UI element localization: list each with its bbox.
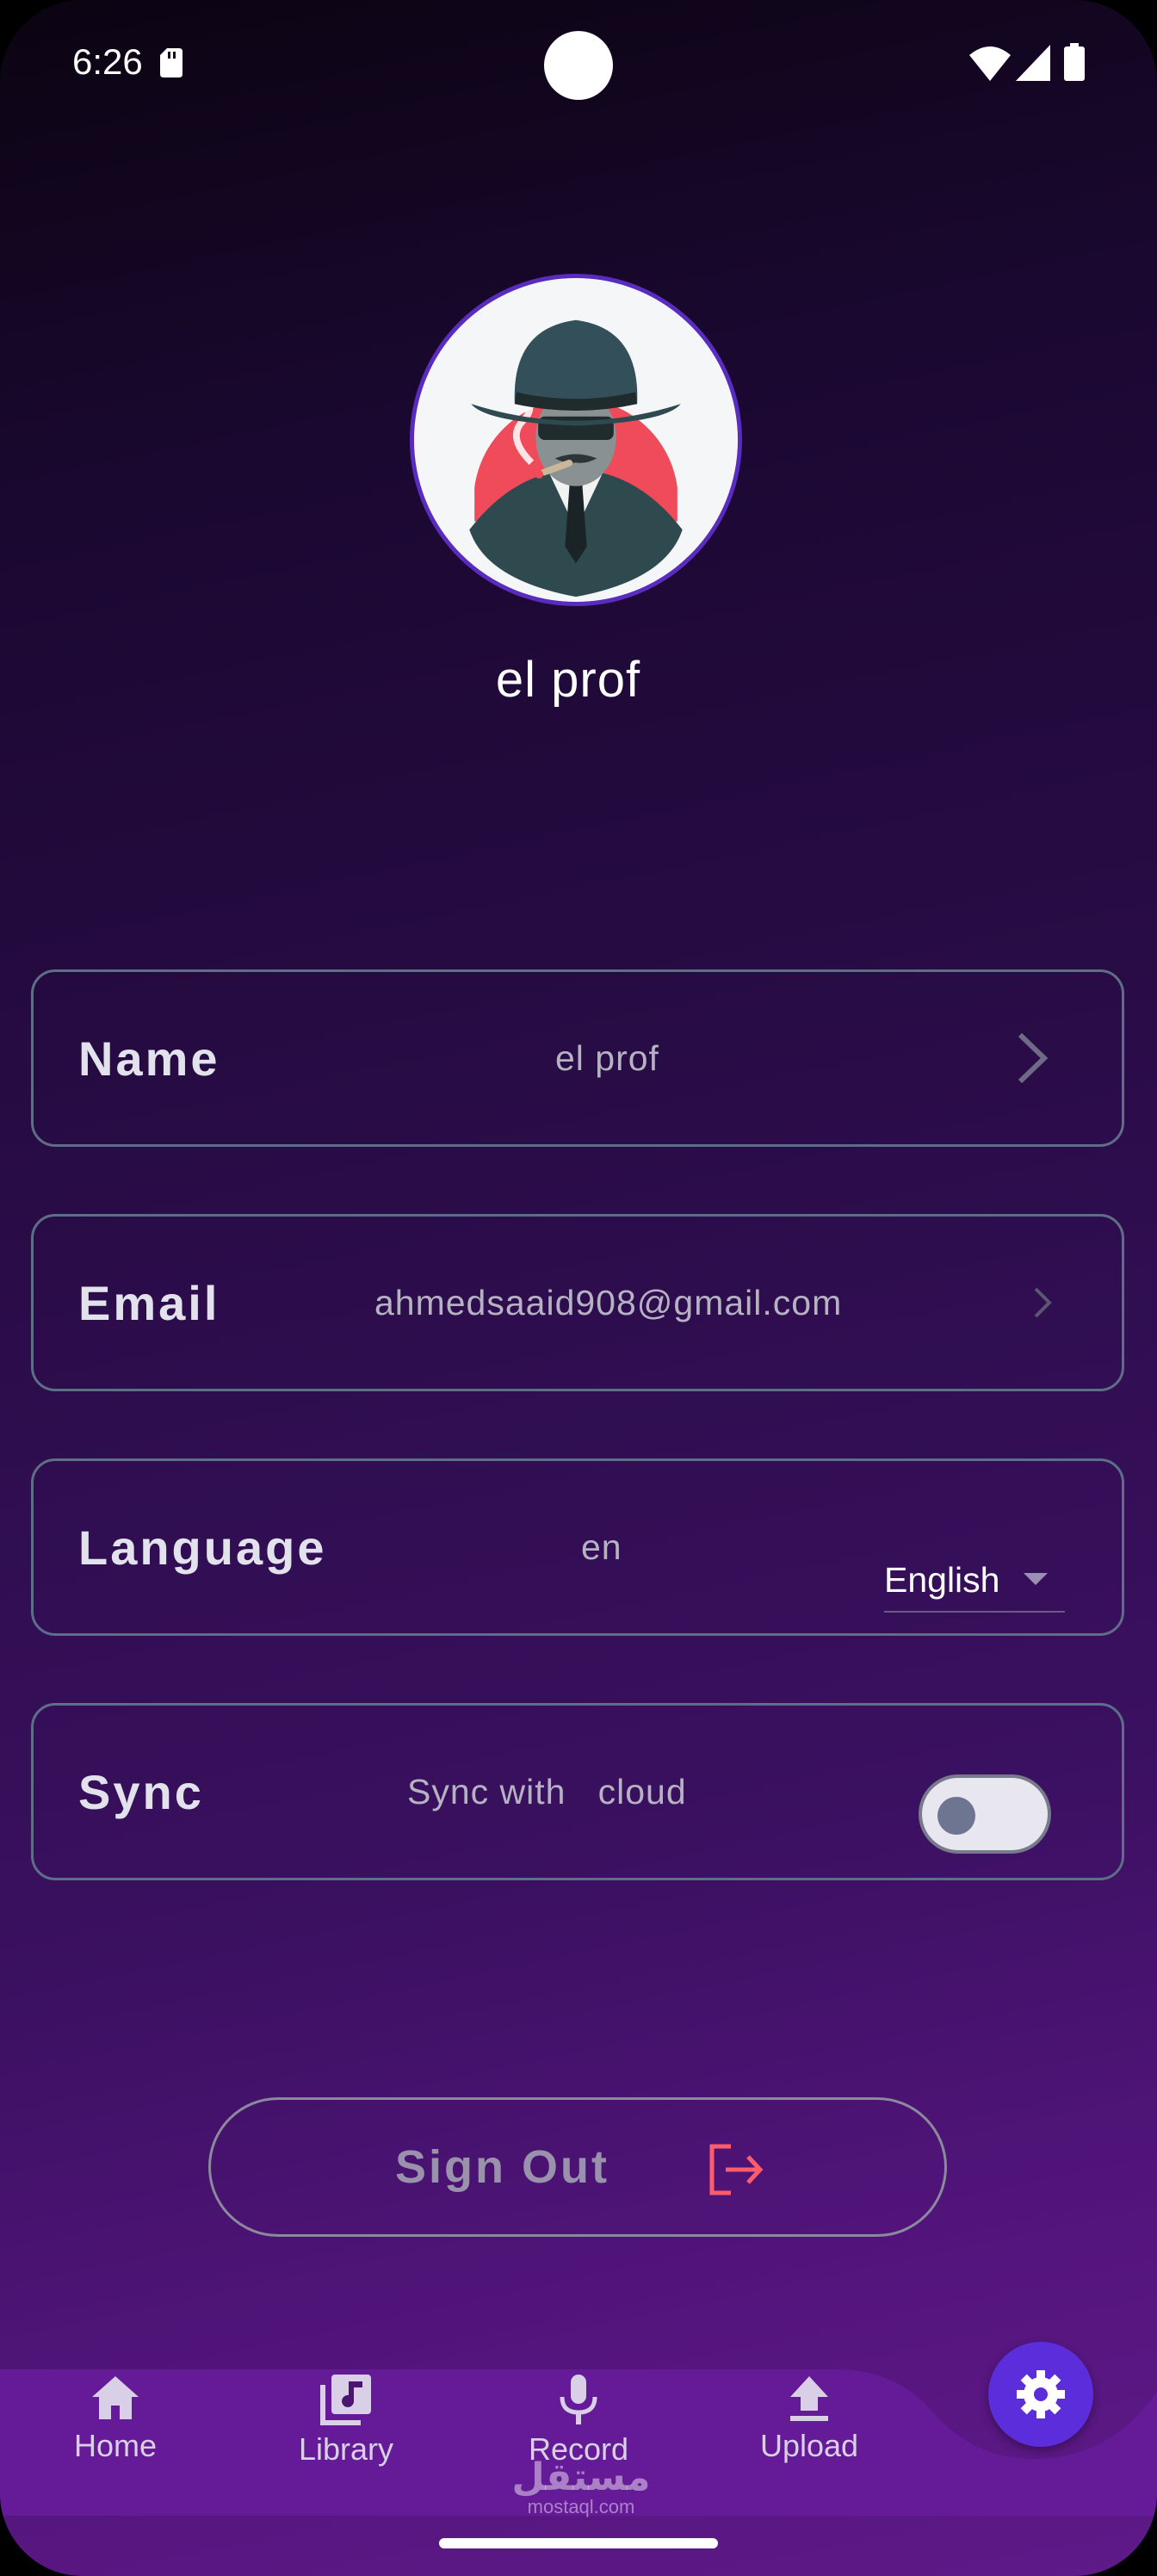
microphone-icon	[560, 2375, 597, 2424]
wifi-icon	[969, 46, 1011, 81]
nav-item-library[interactable]: Library	[260, 2373, 432, 2493]
language-code: en	[581, 1526, 622, 1567]
nav-label-upload: Upload	[759, 2428, 859, 2463]
chevron-right-icon[interactable]	[1015, 972, 1049, 1144]
sign-out-label: Sign Out	[395, 2141, 609, 2193]
upload-icon	[790, 2376, 828, 2421]
status-bar: 6:26	[0, 0, 1157, 129]
status-time: 6:26	[72, 41, 143, 82]
cell-signal-icon	[1016, 45, 1050, 81]
language-selected-option: English	[884, 1559, 1000, 1600]
settings-fab-button[interactable]	[988, 2342, 1093, 2447]
email-label: Email	[78, 1275, 220, 1330]
gangster-avatar-illustration	[414, 278, 738, 602]
watermark-latin: mostaql.com	[527, 2496, 635, 2517]
email-value: ahmedsaaid908@gmail.com	[374, 1282, 843, 1322]
sign-out-button[interactable]: Sign Out	[208, 2097, 947, 2237]
sync-setting-card: Sync Sync with cloud	[31, 1703, 1124, 1880]
chevron-right-icon[interactable]	[1032, 1217, 1053, 1389]
home-indicator[interactable]	[439, 2538, 718, 2548]
toggle-knob	[937, 1797, 975, 1835]
watermark-arabic: مستقل	[511, 2456, 651, 2499]
home-icon	[92, 2376, 139, 2419]
library-music-icon	[320, 2375, 371, 2425]
name-value: el prof	[555, 1037, 659, 1078]
sync-toggle[interactable]	[919, 1774, 1051, 1854]
phone-screen: 6:26 el prof Name el prof Email ahmedsaa…	[0, 0, 1157, 2576]
nav-label-home: Home	[73, 2428, 158, 2463]
language-label: Language	[78, 1520, 327, 1575]
profile-display-name: el prof	[495, 652, 641, 708]
nav-label-library: Library	[298, 2431, 394, 2467]
sync-label: Sync	[78, 1764, 204, 1819]
camera-cutout	[544, 31, 613, 100]
sync-description: Sync with cloud	[407, 1771, 687, 1811]
logout-icon	[709, 2144, 764, 2195]
battery-icon	[1064, 43, 1085, 81]
watermark: مستقل mostaql.com	[508, 2459, 654, 2517]
profile-avatar[interactable]	[410, 274, 742, 606]
language-dropdown[interactable]: English	[884, 1549, 1065, 1613]
nav-item-home[interactable]: Home	[29, 2373, 201, 2493]
gear-icon	[1017, 2370, 1065, 2418]
sd-card-icon	[160, 48, 183, 77]
language-setting-card: Language en English	[31, 1458, 1124, 1636]
name-setting-card[interactable]: Name el prof	[31, 969, 1124, 1147]
nav-item-upload[interactable]: Upload	[723, 2373, 895, 2493]
name-label: Name	[78, 1031, 220, 1086]
email-setting-card[interactable]: Email ahmedsaaid908@gmail.com	[31, 1214, 1124, 1391]
dropdown-caret-icon	[1024, 1573, 1048, 1585]
